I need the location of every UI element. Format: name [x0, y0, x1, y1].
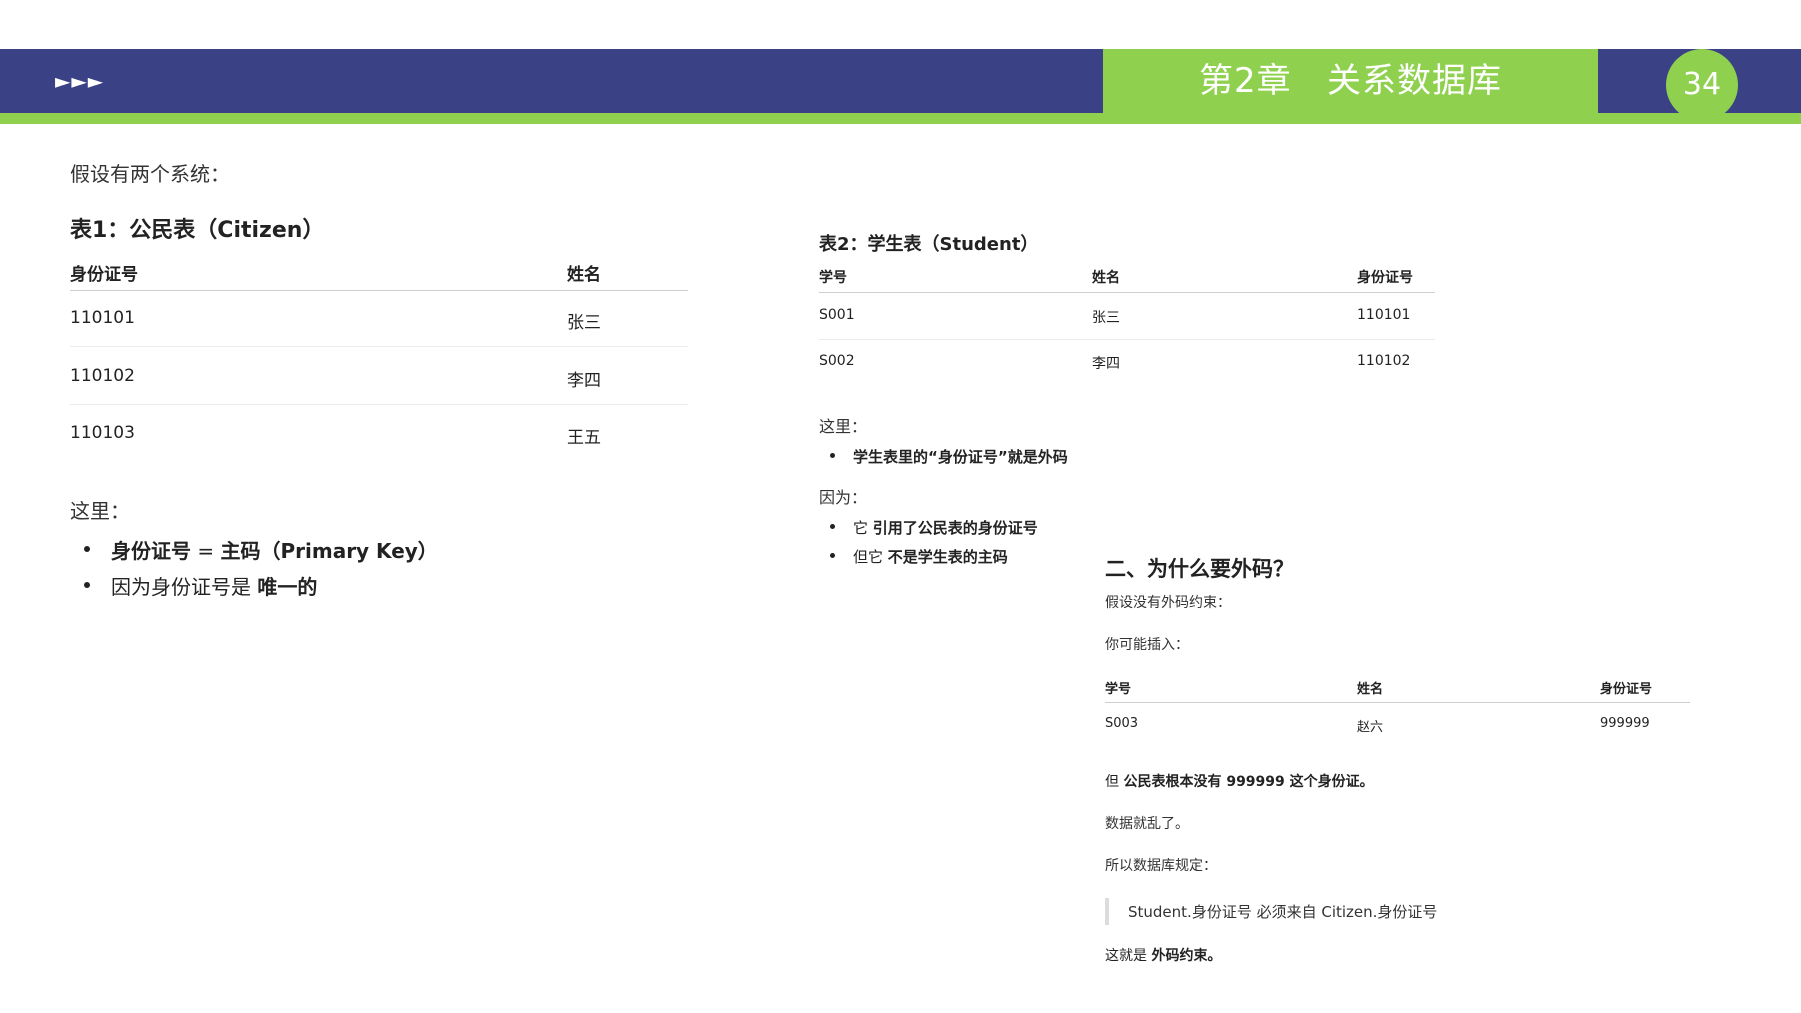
because-label: 因为： [819, 488, 868, 507]
why-foreign-key-heading: 二、为什么要外码？ [1105, 557, 1294, 581]
page-number: 34 [1682, 67, 1722, 102]
row-divider [819, 339, 1435, 340]
row-divider [70, 346, 688, 347]
student-table-title: 表2：学生表（Student） [819, 234, 1039, 255]
not-primary-bullet: 但它 不是学生表的主码 [853, 548, 1008, 566]
student-cell-no: S002 [819, 353, 855, 369]
primary-key-bullet: 身份证号 = 主码（Primary Key） [111, 539, 438, 563]
example-col-no: 学号 [1105, 682, 1132, 697]
reference-bullet: 它 引用了公民表的身份证号 [853, 519, 1038, 537]
student-header-divider [819, 292, 1435, 293]
messy-data-text: 数据就乱了。 [1105, 816, 1189, 832]
example-cell-name: 赵六 [1357, 720, 1384, 735]
citizen-table-title: 表1：公民表（Citizen） [70, 218, 325, 243]
may-insert-text: 你可能插入： [1105, 637, 1189, 653]
arrows-icon: ►►► [55, 69, 105, 93]
citizen-cell-id: 110103 [70, 423, 135, 443]
bullet-icon [830, 553, 835, 558]
citizen-cell-id: 110102 [70, 366, 135, 386]
student-col-id: 身份证号 [1357, 270, 1413, 286]
quote-bar [1105, 898, 1109, 925]
citizen-col-name: 姓名 [567, 265, 601, 285]
here-label: 这里： [819, 417, 868, 436]
unique-bullet: 因为身份证号是 唯一的 [111, 575, 318, 599]
citizen-header-divider [70, 290, 688, 291]
example-cell-id: 999999 [1600, 716, 1650, 731]
citizen-col-id: 身份证号 [70, 265, 138, 285]
example-col-id: 身份证号 [1600, 682, 1653, 697]
student-col-name: 姓名 [1092, 270, 1120, 286]
intro-text: 假设有两个系统： [70, 162, 230, 186]
student-cell-name: 张三 [1092, 310, 1120, 326]
citizen-cell-name: 张三 [567, 313, 601, 333]
here-label: 这里： [70, 499, 130, 523]
example-cell-no: S003 [1105, 716, 1139, 731]
bullet-icon [830, 453, 835, 458]
row-divider [70, 404, 688, 405]
student-cell-id: 110101 [1357, 307, 1411, 323]
example-header-divider [1105, 702, 1690, 703]
rule-intro-text: 所以数据库规定： [1105, 858, 1217, 874]
bullet-icon [830, 524, 835, 529]
example-col-name: 姓名 [1357, 682, 1384, 697]
citizen-cell-name: 李四 [567, 371, 601, 391]
foreign-key-bullet: 学生表里的“身份证号”就是外码 [853, 448, 1068, 466]
chapter-title: 第2章 关系数据库 [1198, 61, 1503, 101]
bullet-icon [84, 546, 90, 552]
conclusion-text: 这就是 外码约束。 [1105, 948, 1222, 964]
bullet-icon [84, 582, 90, 588]
student-cell-no: S001 [819, 307, 855, 323]
student-col-no: 学号 [819, 270, 847, 286]
no-constraint-text: 假设没有外码约束： [1105, 595, 1231, 611]
warning-text: 但 公民表根本没有 999999 这个身份证。 [1105, 774, 1374, 790]
student-cell-name: 李四 [1092, 356, 1120, 372]
citizen-cell-name: 王五 [567, 428, 601, 448]
citizen-cell-id: 110101 [70, 308, 135, 328]
student-cell-id: 110102 [1357, 353, 1411, 369]
rule-quote: Student.身份证号 必须来自 Citizen.身份证号 [1128, 903, 1438, 921]
